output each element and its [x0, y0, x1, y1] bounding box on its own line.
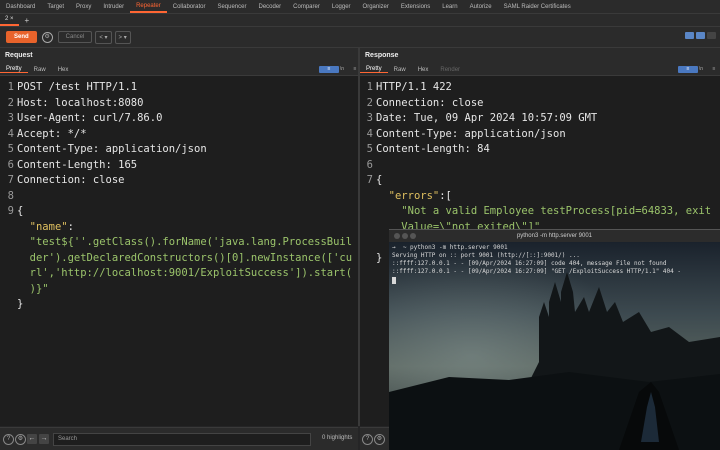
search-next-icon[interactable]: → [39, 434, 49, 444]
nav-dashboard[interactable]: Dashboard [0, 4, 41, 10]
nav-target[interactable]: Target [41, 4, 70, 10]
search-prev-icon[interactable]: ← [27, 434, 37, 444]
help-icon[interactable]: ? [3, 434, 14, 445]
nav-logger[interactable]: Logger [326, 4, 357, 10]
nav-organizer[interactable]: Organizer [357, 4, 395, 10]
repeater-tab-2[interactable]: 2 × [0, 14, 19, 26]
nav-repeater[interactable]: Repeater [130, 0, 167, 13]
repeater-tabs: 2 × + [0, 14, 720, 27]
send-button[interactable]: Send [6, 31, 37, 43]
menu-icon[interactable]: ≡ [704, 66, 720, 73]
nav-proxy[interactable]: Proxy [70, 4, 97, 10]
layout-horizontal-icon[interactable] [696, 32, 705, 39]
nav-collaborator[interactable]: Collaborator [167, 4, 212, 10]
request-tab-hex[interactable]: Hex [52, 67, 75, 73]
response-tab-hex[interactable]: Hex [412, 67, 435, 73]
terminal-body[interactable]: → ~ python3 -m http.server 9001 Serving … [389, 242, 720, 450]
main-nav: Dashboard Target Proxy Intruder Repeater… [0, 0, 720, 14]
nav-saml-raider[interactable]: SAML Raider Certificates [498, 4, 577, 10]
gear-icon[interactable]: ⚙ [41, 31, 53, 43]
help-icon[interactable]: ? [362, 434, 373, 445]
terminal-cursor [392, 277, 396, 284]
nav-sequencer[interactable]: Sequencer [211, 4, 252, 10]
nav-learn[interactable]: Learn [436, 4, 463, 10]
nav-extensions[interactable]: Extensions [395, 4, 436, 10]
history-back-button[interactable]: < ▾ [95, 30, 112, 44]
history-forward-button[interactable]: > ▾ [114, 30, 131, 44]
terminal-line-3: ::ffff:127.0.0.1 - - [09/Apr/2024 16:27:… [392, 260, 667, 267]
terminal-window: python3 -m http.server 9001 → ~ python3 … [389, 229, 720, 450]
request-tab-pretty[interactable]: Pretty [0, 66, 28, 73]
response-tab-raw[interactable]: Raw [388, 67, 412, 73]
request-body[interactable]: POST /test HTTP/1.1 Host: localhost:8080… [17, 80, 352, 313]
response-tab-pretty[interactable]: Pretty [360, 66, 388, 73]
layout-split-icon[interactable] [685, 32, 694, 39]
add-tab-button[interactable]: + [25, 16, 30, 25]
layout-toggle [685, 32, 716, 39]
request-tab-raw[interactable]: Raw [28, 67, 52, 73]
zoom-dot-icon[interactable] [410, 233, 416, 239]
request-line-numbers: 1 2 3 4 5 6 7 8 9 [7, 81, 14, 217]
terminal-title: python3 -m http.server 9001 [516, 233, 593, 239]
terminal-line-4: ::ffff:127.0.0.1 - - [09/Apr/2024 16:27:… [392, 268, 681, 275]
response-line-numbers: 1 2 3 4 5 6 7 [366, 81, 373, 186]
settings-gear-icon[interactable]: ⚙ [15, 434, 26, 445]
terminal-line-1: → ~ python3 -m http.server 9001 [392, 244, 508, 251]
search-input[interactable]: Search [53, 433, 311, 446]
minimize-dot-icon[interactable] [402, 233, 408, 239]
terminal-titlebar: python3 -m http.server 9001 [389, 230, 720, 242]
nav-intruder[interactable]: Intruder [97, 4, 130, 10]
terminal-line-2: Serving HTTP on :: port 9001 (http://[::… [392, 252, 580, 259]
cancel-button[interactable]: Cancel [57, 31, 93, 43]
highlight-count: 0 highlights [322, 435, 353, 441]
response-tab-render[interactable]: Render [434, 67, 466, 73]
layout-vertical-icon[interactable] [707, 32, 716, 39]
repeater-toolbar: Send ⚙ Cancel < ▾ > ▾ [0, 27, 720, 48]
settings-gear-icon[interactable]: ⚙ [374, 434, 385, 445]
nav-comparer[interactable]: Comparer [287, 4, 326, 10]
nav-decoder[interactable]: Decoder [252, 4, 287, 10]
request-search-bar: ? ⚙ ← → Search 0 highlights [0, 427, 358, 450]
request-pane: Request Pretty Raw Hex ≡ \n ≡ 1 2 3 4 5 … [0, 48, 358, 426]
response-title: Response [360, 48, 720, 64]
nav-autorize[interactable]: Autorize [464, 4, 498, 10]
response-subtabs: Pretty Raw Hex Render ≡ \n ≡ [360, 64, 720, 76]
close-dot-icon[interactable] [394, 233, 400, 239]
request-title: Request [0, 48, 358, 64]
request-subtabs: Pretty Raw Hex ≡ \n ≡ [0, 64, 358, 76]
